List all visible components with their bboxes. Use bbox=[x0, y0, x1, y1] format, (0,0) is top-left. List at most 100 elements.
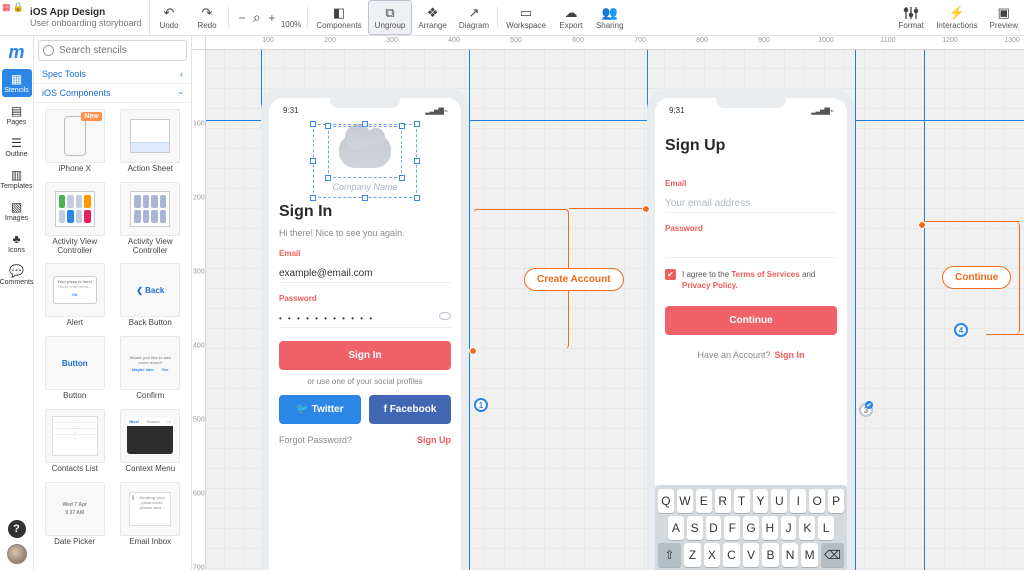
ruler-horizontal[interactable]: 1002003004005006007008009001000110012001… bbox=[206, 36, 1024, 50]
sharing-button[interactable]: 👥Sharing bbox=[590, 0, 630, 35]
app-logo[interactable]: m bbox=[8, 40, 24, 65]
zoom-in-button[interactable]: + bbox=[265, 11, 279, 25]
email-field[interactable]: example@email.com bbox=[279, 265, 451, 283]
email-field[interactable]: Your email address bbox=[665, 195, 837, 213]
stencil-item[interactable]: Would you like to add some more?Maybe la… bbox=[114, 334, 188, 403]
forgot-link[interactable]: Forgot Password? bbox=[279, 435, 352, 445]
key[interactable]: N bbox=[782, 543, 799, 567]
key-shift[interactable]: ⇧ bbox=[658, 543, 681, 567]
ruler-vertical[interactable]: 100200300400500600700 bbox=[192, 50, 206, 570]
key[interactable]: Y bbox=[753, 489, 769, 513]
connector-dot[interactable] bbox=[919, 222, 925, 228]
rail-stencils[interactable]: ▦Stencils bbox=[2, 69, 32, 97]
format-button[interactable]: Format bbox=[892, 0, 930, 35]
workspace-button[interactable]: ▭Workspace bbox=[500, 0, 552, 35]
callout-create-account[interactable]: Create Account bbox=[524, 268, 624, 291]
key[interactable]: J bbox=[781, 516, 797, 540]
ungroup-button[interactable]: ⧉Ungroup bbox=[368, 0, 413, 35]
step-badge-4[interactable]: 4 bbox=[954, 323, 968, 337]
continue-button[interactable]: Continue bbox=[665, 306, 837, 335]
key[interactable]: K bbox=[799, 516, 815, 540]
key[interactable]: Z bbox=[684, 543, 701, 567]
components-button[interactable]: ◧Components bbox=[310, 0, 367, 35]
export-button[interactable]: ☁Export bbox=[552, 0, 590, 35]
key[interactable]: G bbox=[743, 516, 759, 540]
step-badge-3[interactable]: 3 bbox=[859, 403, 873, 417]
canvas[interactable]: Create Account Continue 1 2 3 4 9:31 Com bbox=[206, 50, 1024, 570]
key[interactable]: S bbox=[687, 516, 703, 540]
password-field[interactable]: • • • • • • • • • • • bbox=[279, 310, 451, 328]
stencil-item[interactable]: Activity View Controller bbox=[114, 180, 188, 258]
key[interactable]: O bbox=[809, 489, 825, 513]
stencil-item[interactable]: Sending your pizza order, please wait…Em… bbox=[114, 480, 188, 549]
diagram-button[interactable]: ↗Diagram bbox=[453, 0, 495, 35]
rail-comments[interactable]: 💬Comments bbox=[2, 261, 32, 289]
key[interactable]: I bbox=[790, 489, 806, 513]
ios-keyboard[interactable]: QWERTYUIOP ASDFGHJKL ⇧ZXCVBNM⌫ 123 🙂 🎤 s… bbox=[655, 485, 847, 570]
stencil-item[interactable]: Action Sheet bbox=[114, 107, 188, 176]
signin-link[interactable]: Sign In bbox=[775, 350, 805, 360]
key[interactable]: H bbox=[762, 516, 778, 540]
rail-templates[interactable]: ▥Templates bbox=[2, 165, 32, 193]
checkbox[interactable]: ✔ bbox=[665, 269, 676, 280]
key[interactable]: Q bbox=[658, 489, 674, 513]
key[interactable]: U bbox=[771, 489, 787, 513]
key[interactable]: A bbox=[668, 516, 684, 540]
key[interactable]: T bbox=[734, 489, 750, 513]
avatar[interactable] bbox=[7, 544, 27, 564]
key[interactable]: C bbox=[723, 543, 740, 567]
search-input[interactable] bbox=[38, 40, 187, 61]
interactions-button[interactable]: ⚡Interactions bbox=[930, 0, 983, 35]
stencil-item[interactable]: Activity View Controller bbox=[38, 180, 112, 258]
phone-signin[interactable]: 9:31 Company Name Sign In Hi there! Nice… bbox=[261, 88, 469, 570]
doc-title[interactable]: iOS App Design bbox=[4, 7, 143, 18]
preview-button[interactable]: ▣Preview bbox=[984, 0, 1024, 35]
facebook-button[interactable]: f Facebook bbox=[369, 395, 451, 424]
stencil-item[interactable]: ————Contacts List bbox=[38, 407, 112, 476]
key[interactable]: F bbox=[724, 516, 740, 540]
key[interactable]: D bbox=[706, 516, 722, 540]
agree-row[interactable]: ✔ I agree to the Terms of Services and P… bbox=[665, 269, 837, 291]
redo-button[interactable]: ↷Redo bbox=[188, 0, 226, 35]
undo-button[interactable]: ↶Undo bbox=[150, 0, 188, 35]
stencil-item[interactable]: Your pizza is here!There's no need…OKAle… bbox=[38, 261, 112, 330]
rail-icons[interactable]: ♣Icons bbox=[2, 229, 32, 257]
key[interactable]: W bbox=[677, 489, 693, 513]
zoom-out-button[interactable]: − bbox=[235, 11, 249, 25]
rail-pages[interactable]: ▤Pages bbox=[2, 101, 32, 129]
twitter-button[interactable]: 🐦 Twitter bbox=[279, 395, 361, 424]
connector-dot[interactable] bbox=[470, 348, 476, 354]
section-ios-components[interactable]: iOS Components› bbox=[34, 84, 191, 103]
help-button[interactable]: ? bbox=[8, 520, 26, 538]
stencil-item[interactable]: ButtonButton bbox=[38, 334, 112, 403]
rail-images[interactable]: ▧Images bbox=[2, 197, 32, 225]
rail-outline[interactable]: ☰Outline bbox=[2, 133, 32, 161]
logo-selection[interactable]: Company Name bbox=[315, 126, 415, 196]
signin-button[interactable]: Sign In bbox=[279, 341, 451, 370]
key[interactable]: V bbox=[743, 543, 760, 567]
stencil-item[interactable]: Wed 7 Apr9 37 AMDate Picker bbox=[38, 480, 112, 549]
connector-dot[interactable] bbox=[643, 206, 649, 212]
phone-signup[interactable]: 9:31 Sign Up Email Your email address Pa… bbox=[647, 88, 855, 570]
stencil-item[interactable]: Nice!Search⋯Context Menu bbox=[114, 407, 188, 476]
stencil-item[interactable]: ❮ BackBack Button bbox=[114, 261, 188, 330]
key[interactable]: R bbox=[715, 489, 731, 513]
password-field[interactable] bbox=[665, 240, 837, 258]
key[interactable]: L bbox=[818, 516, 834, 540]
guide[interactable] bbox=[855, 50, 856, 570]
arrange-button[interactable]: ❖Arrange bbox=[412, 0, 452, 35]
stencil-item[interactable]: iPhone X bbox=[38, 107, 112, 176]
key[interactable]: M bbox=[801, 543, 818, 567]
zoom-control[interactable]: − ⌕ + 100% bbox=[231, 0, 305, 35]
guide[interactable] bbox=[469, 50, 470, 570]
key-delete[interactable]: ⌫ bbox=[821, 543, 844, 567]
eye-icon[interactable] bbox=[439, 312, 451, 320]
key[interactable]: E bbox=[696, 489, 712, 513]
key[interactable]: X bbox=[704, 543, 721, 567]
step-badge-1[interactable]: 1 bbox=[474, 398, 488, 412]
key[interactable]: P bbox=[828, 489, 844, 513]
key[interactable]: B bbox=[762, 543, 779, 567]
signup-link[interactable]: Sign Up bbox=[417, 435, 451, 445]
callout-continue[interactable]: Continue bbox=[942, 266, 1011, 289]
section-spec-tools[interactable]: Spec Tools‹ bbox=[34, 65, 191, 84]
